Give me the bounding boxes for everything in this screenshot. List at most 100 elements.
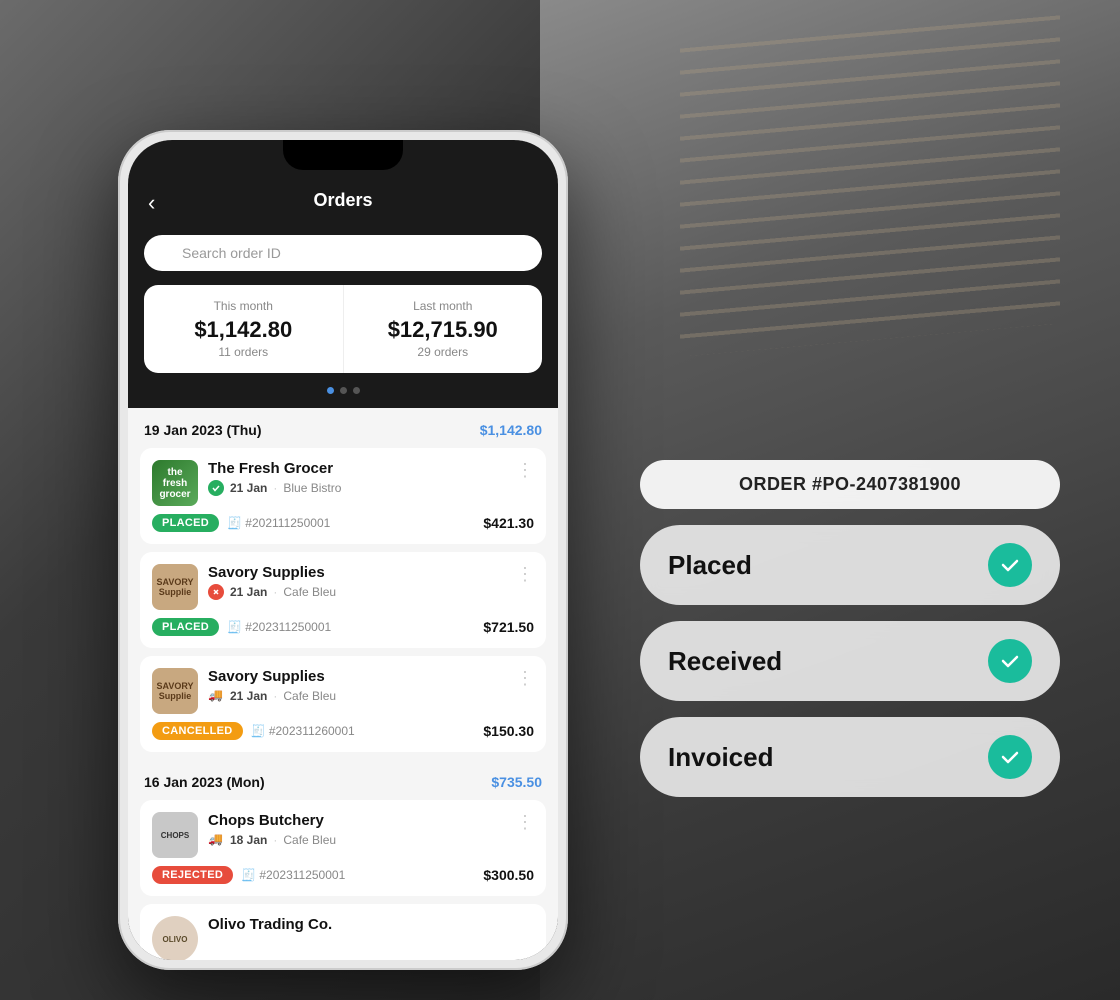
stats-section: This month $1,142.80 11 orders Last mont… [128, 285, 558, 387]
order-top-3: SAVORYSupplie Savory Supplies 🚚 21 Jan ·… [152, 668, 534, 714]
step-received-label: Received [668, 646, 782, 677]
more-button-1[interactable]: ⋮ [516, 460, 534, 481]
order-top-2: SAVORYSupplie Savory Supplies 21 Jan · [152, 564, 534, 610]
meta-venue-2: Cafe Bleu [283, 585, 336, 599]
order-card-5[interactable]: OLIVO Olivo Trading Co. [140, 904, 546, 960]
orders-list[interactable]: 19 Jan 2023 (Thu) $1,142.80 thefreshgroc… [128, 408, 558, 960]
supplier-name-1: The Fresh Grocer [208, 460, 506, 477]
meta-date-1: 21 Jan [230, 481, 267, 495]
order-id-2: 🧾 #202311250001 [227, 620, 331, 634]
dot-1 [327, 387, 334, 394]
order-card-4[interactable]: CHOPS Chops Butchery 🚚 18 Jan · Cafe Ble… [140, 800, 546, 896]
placed-check-icon [988, 543, 1032, 587]
meta-venue-4: Cafe Bleu [283, 833, 336, 847]
status-step-invoiced: Invoiced [640, 717, 1060, 797]
order-id-1: 🧾 #202111250001 [227, 516, 330, 530]
date-label-2: 16 Jan 2023 (Mon) [144, 774, 265, 790]
order-info-5: Olivo Trading Co. [208, 916, 534, 936]
x-icon-2 [208, 584, 224, 600]
meta-venue-3: Cafe Bleu [283, 689, 336, 703]
supplier-logo-4: CHOPS [152, 812, 198, 858]
order-meta-1: 21 Jan · Blue Bistro [208, 480, 506, 496]
order-info-3: Savory Supplies 🚚 21 Jan · Cafe Bleu [208, 668, 506, 704]
status-step-placed: Placed [640, 525, 1060, 605]
received-check-icon [988, 639, 1032, 683]
meta-date-4: 18 Jan [230, 833, 267, 847]
last-month-amount: $12,715.90 [360, 317, 527, 343]
order-amount-2: $721.50 [483, 619, 534, 635]
invoiced-check-icon [988, 735, 1032, 779]
back-button[interactable]: ‹ [148, 190, 155, 216]
order-info-4: Chops Butchery 🚚 18 Jan · Cafe Bleu [208, 812, 506, 848]
order-amount-1: $421.30 [483, 515, 534, 531]
order-amount-3: $150.30 [483, 723, 534, 739]
order-top-4: CHOPS Chops Butchery 🚚 18 Jan · Cafe Ble… [152, 812, 534, 858]
order-bottom-4: REJECTED 🧾 #202311250001 $300.50 [152, 866, 534, 884]
truck-icon-4: 🚚 [208, 832, 224, 848]
search-input[interactable]: Search order ID [144, 235, 542, 271]
phone-screen: ‹ Orders 🔍 Search order ID This month [128, 140, 558, 960]
check-icon-1 [208, 480, 224, 496]
status-badge-4: REJECTED [152, 866, 233, 884]
phone-notch [283, 140, 403, 170]
date-label-1: 19 Jan 2023 (Thu) [144, 422, 262, 438]
date-section-1: 19 Jan 2023 (Thu) $1,142.80 [128, 408, 558, 444]
supplier-name-5: Olivo Trading Co. [208, 916, 534, 933]
stats-card: This month $1,142.80 11 orders Last mont… [144, 285, 542, 373]
supplier-logo-2: SAVORYSupplie [152, 564, 198, 610]
search-container[interactable]: 🔍 Search order ID [144, 235, 542, 271]
this-month-amount: $1,142.80 [160, 317, 327, 343]
stat-this-month: This month $1,142.80 11 orders [144, 285, 344, 373]
status-badge-2: PLACED [152, 618, 219, 636]
date-total-1: $1,142.80 [480, 422, 542, 438]
order-panel: ORDER #PO-2407381900 Placed Received Inv… [640, 460, 1060, 797]
supplier-logo-3: SAVORYSupplie [152, 668, 198, 714]
order-bottom-3: CANCELLED 🧾 #202311260001 $150.30 [152, 722, 534, 740]
order-info-1: The Fresh Grocer 21 Jan · Blue Bistro [208, 460, 506, 496]
supplier-name-4: Chops Butchery [208, 812, 506, 829]
last-month-label: Last month [360, 299, 527, 313]
dot-3 [353, 387, 360, 394]
date-total-2: $735.50 [491, 774, 542, 790]
order-info-2: Savory Supplies 21 Jan · Cafe Bleu [208, 564, 506, 600]
more-button-4[interactable]: ⋮ [516, 812, 534, 833]
order-id-3: 🧾 #202311260001 [251, 724, 355, 738]
dot-2 [340, 387, 347, 394]
order-card-3[interactable]: SAVORYSupplie Savory Supplies 🚚 21 Jan ·… [140, 656, 546, 752]
order-card-2[interactable]: SAVORYSupplie Savory Supplies 21 Jan · [140, 552, 546, 648]
order-top-1: thefreshgrocer The Fresh Grocer 21 Jan · [152, 460, 534, 506]
order-meta-4: 🚚 18 Jan · Cafe Bleu [208, 832, 506, 848]
this-month-count: 11 orders [160, 345, 327, 359]
step-invoiced-label: Invoiced [668, 742, 773, 773]
order-bottom-2: PLACED 🧾 #202311250001 $721.50 [152, 618, 534, 636]
phone-inner: ‹ Orders 🔍 Search order ID This month [128, 140, 558, 960]
dots-indicator [128, 387, 558, 408]
status-step-received: Received [640, 621, 1060, 701]
order-top-5: OLIVO Olivo Trading Co. [152, 916, 534, 960]
order-number-text: ORDER #PO-2407381900 [739, 474, 961, 494]
meta-venue-1: Blue Bistro [283, 481, 341, 495]
more-button-2[interactable]: ⋮ [516, 564, 534, 585]
search-bar: 🔍 Search order ID [128, 227, 558, 285]
order-amount-4: $300.50 [483, 867, 534, 883]
date-section-2: 16 Jan 2023 (Mon) $735.50 [128, 760, 558, 796]
phone-outer: ‹ Orders 🔍 Search order ID This month [118, 130, 568, 970]
supplier-logo-5: OLIVO [152, 916, 198, 960]
more-button-3[interactable]: ⋮ [516, 668, 534, 689]
this-month-label: This month [160, 299, 327, 313]
order-meta-2: 21 Jan · Cafe Bleu [208, 584, 506, 600]
phone-wrapper: ‹ Orders 🔍 Search order ID This month [118, 130, 568, 970]
supplier-name-2: Savory Supplies [208, 564, 506, 581]
stat-last-month: Last month $12,715.90 29 orders [344, 285, 543, 373]
status-badge-1: PLACED [152, 514, 219, 532]
supplier-name-3: Savory Supplies [208, 668, 506, 685]
order-meta-3: 🚚 21 Jan · Cafe Bleu [208, 688, 506, 704]
status-badge-3: CANCELLED [152, 722, 243, 740]
meta-date-2: 21 Jan [230, 585, 267, 599]
page-title: Orders [313, 190, 372, 211]
order-card-1[interactable]: thefreshgrocer The Fresh Grocer 21 Jan · [140, 448, 546, 544]
last-month-count: 29 orders [360, 345, 527, 359]
step-placed-label: Placed [668, 550, 752, 581]
order-number-badge: ORDER #PO-2407381900 [640, 460, 1060, 509]
supplier-logo-1: thefreshgrocer [152, 460, 198, 506]
